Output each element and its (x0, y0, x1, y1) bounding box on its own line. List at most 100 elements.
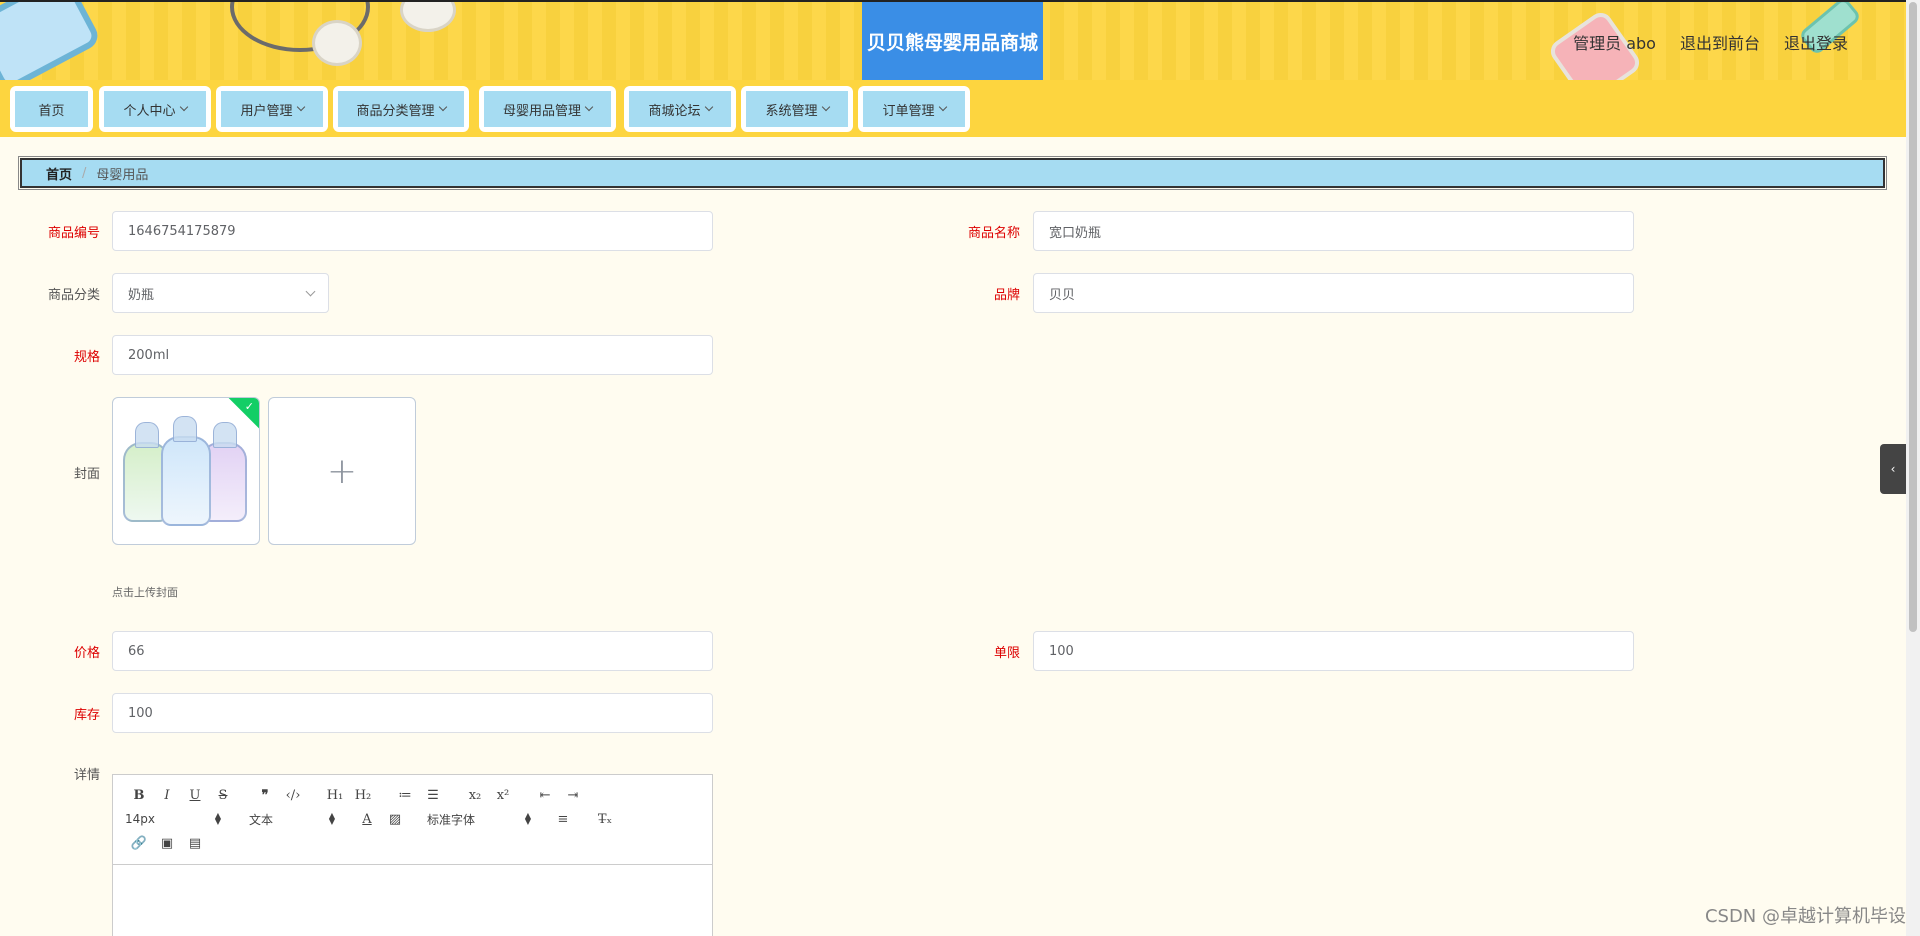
breadcrumb-separator: / (82, 165, 87, 181)
header-1-icon[interactable]: H₁ (321, 788, 349, 803)
editor-content[interactable] (113, 865, 712, 936)
text-style-select[interactable]: 文本 ▲ ▼ (239, 811, 335, 828)
rich-text-editor: B I U S ❞ ‹/› H₁ H₂ ≔ ☰ x₂ x² ⇤ ⇥ 14px ▲… (112, 774, 713, 936)
background-color-icon[interactable]: ▨ (381, 812, 409, 827)
nav-item-user-management[interactable]: 用户管理 (216, 86, 328, 132)
nav-label: 订单管理 (882, 103, 935, 119)
nav-item-category-management[interactable]: 商品分类管理 (333, 86, 469, 132)
cover-thumbnail[interactable]: ✓ (112, 397, 260, 545)
spec-input[interactable]: 200ml (112, 335, 713, 375)
header-actions: 管理员 abo 退出到前台 退出登录 (1573, 30, 1848, 54)
updown-icon: ▲ ▼ (214, 811, 221, 826)
breadcrumb: 首页 / 母婴用品 (18, 156, 1887, 190)
outdent-icon[interactable]: ⇤ (531, 788, 559, 803)
nav-label: 商品分类管理 (356, 103, 435, 119)
indent-icon[interactable]: ⇥ (559, 788, 587, 803)
chevron-down-icon (296, 102, 305, 112)
nav-label: 用户管理 (240, 103, 293, 119)
price-input[interactable]: 66 (112, 631, 713, 671)
nav-label: 首页 (38, 103, 65, 119)
detail-label: 详情 (73, 768, 100, 783)
underline-icon[interactable]: U (181, 788, 209, 803)
nav-label: 个人中心 (123, 103, 176, 119)
superscript-icon[interactable]: x² (489, 788, 517, 803)
strike-icon[interactable]: S (209, 788, 237, 803)
product-no-label: 商品编号 (47, 226, 100, 241)
limit-input[interactable]: 100 (1033, 631, 1634, 671)
nav-item-home[interactable]: 首页 (10, 86, 93, 132)
logout-link[interactable]: 退出登录 (1784, 30, 1848, 54)
chevron-down-icon (438, 102, 447, 112)
link-icon[interactable]: 🔗 (125, 836, 153, 851)
page-scrollbar[interactable] (1906, 0, 1920, 936)
editor-toolbar: B I U S ❞ ‹/› H₁ H₂ ≔ ☰ x₂ x² ⇤ ⇥ 14px ▲… (113, 775, 712, 865)
side-panel-toggle[interactable]: ‹ (1880, 444, 1906, 494)
align-icon[interactable]: ≡ (549, 812, 577, 827)
breadcrumb-home[interactable]: 首页 (46, 164, 72, 183)
chevron-down-icon (821, 102, 830, 112)
spec-label: 规格 (73, 350, 100, 365)
nav-item-product-management[interactable]: 母婴用品管理 (479, 86, 616, 132)
ordered-list-icon[interactable]: ≔ (391, 788, 419, 803)
check-icon: ✓ (244, 400, 254, 413)
earbud-decoration (312, 20, 362, 66)
font-family-value: 标准字体 (427, 812, 476, 827)
chevron-down-icon (584, 102, 594, 112)
font-size-select[interactable]: 14px ▲ ▼ (125, 811, 221, 827)
category-value: 奶瓶 (128, 287, 155, 303)
price-label: 价格 (73, 646, 100, 661)
font-color-icon[interactable]: A (353, 812, 381, 827)
tablet-decoration (0, 2, 103, 80)
scrollbar-thumb[interactable] (1909, 2, 1917, 632)
header-2-icon[interactable]: H₂ (349, 788, 377, 803)
blockquote-icon[interactable]: ❞ (251, 788, 279, 803)
cover-upload-button[interactable]: + (268, 397, 416, 545)
back-to-frontend-link[interactable]: 退出到前台 (1680, 30, 1760, 54)
code-block-icon[interactable]: ‹/› (279, 788, 307, 803)
brand-input[interactable]: 贝贝 (1033, 273, 1634, 313)
product-no-input[interactable]: 1646754175879 (112, 211, 713, 251)
chevron-down-icon (938, 102, 947, 112)
image-icon[interactable]: ▣ (153, 836, 181, 851)
bullet-list-icon[interactable]: ☰ (419, 788, 447, 803)
product-name-input[interactable]: 宽口奶瓶 (1033, 211, 1634, 251)
main-nav: 首页 个人中心 用户管理 商品分类管理 母婴用品管理 商城论坛 系统管理 订单管… (0, 80, 1906, 137)
brand-label: 品牌 (993, 288, 1020, 303)
admin-user-label: 管理员 abo (1573, 34, 1656, 53)
font-size-value: 14px (125, 812, 155, 826)
chevron-down-icon (704, 102, 713, 112)
clear-format-icon[interactable]: T̶ₓ (591, 812, 619, 827)
nav-item-system-management[interactable]: 系统管理 (741, 86, 853, 132)
cover-hint: 点击上传封面 (112, 586, 178, 599)
chevron-down-icon (305, 286, 316, 297)
stock-label: 库存 (73, 708, 100, 723)
nav-label: 商城论坛 (648, 103, 701, 119)
updown-icon: ▲ ▼ (328, 811, 335, 826)
video-icon[interactable]: ▤ (181, 836, 209, 851)
text-style-value: 文本 (249, 812, 274, 827)
plus-icon: + (326, 450, 358, 492)
nav-item-personal-center[interactable]: 个人中心 (99, 86, 211, 132)
cover-label: 封面 (73, 467, 100, 482)
breadcrumb-current: 母婴用品 (96, 167, 149, 183)
category-label: 商品分类 (47, 288, 100, 303)
limit-label: 单限 (993, 646, 1020, 661)
font-family-select[interactable]: 标准字体 ▲ ▼ (427, 811, 531, 828)
nav-label: 母婴用品管理 (502, 103, 581, 119)
chevron-left-icon: ‹ (1890, 462, 1896, 476)
stock-input[interactable]: 100 (112, 693, 713, 733)
bottle-image (161, 416, 211, 526)
site-title: 贝贝熊母婴用品商城 (862, 2, 1043, 80)
nav-item-forum[interactable]: 商城论坛 (624, 86, 736, 132)
earbud-decoration (400, 2, 456, 32)
italic-icon[interactable]: I (153, 788, 181, 803)
category-select[interactable]: 奶瓶 (112, 273, 329, 313)
chevron-down-icon (179, 102, 188, 112)
nav-item-order-management[interactable]: 订单管理 (858, 86, 970, 132)
updown-icon: ▲ ▼ (524, 811, 531, 826)
subscript-icon[interactable]: x₂ (461, 788, 489, 803)
nav-label: 系统管理 (765, 103, 818, 119)
watermark: CSDN @卓越计算机毕设 (1704, 906, 1906, 927)
top-header: 贝贝熊母婴用品商城 管理员 abo 退出到前台 退出登录 (0, 0, 1906, 80)
bold-icon[interactable]: B (125, 788, 153, 803)
